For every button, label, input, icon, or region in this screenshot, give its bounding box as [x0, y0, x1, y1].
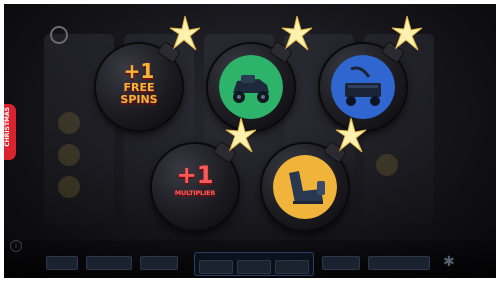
bomb-prize-area	[273, 155, 337, 219]
bomb-free-spins[interactable]: +1 FREE SPINS	[96, 41, 182, 130]
christmas-side-tab[interactable]: CHRISTMAS	[4, 104, 16, 160]
armchair-icon	[273, 155, 337, 219]
prize-plus-one: +1	[176, 161, 214, 189]
bomb-multiplier[interactable]: +1 MULTIPLIER	[152, 141, 238, 230]
bomb-prize-area	[331, 55, 395, 119]
bottom-field[interactable]	[86, 256, 132, 270]
win-panel	[194, 252, 314, 276]
win-panel-field	[275, 260, 309, 274]
bomb-yellow-chair[interactable]	[262, 141, 348, 230]
prize-line-spins: SPINS	[120, 93, 158, 106]
reel-symbol	[376, 154, 398, 176]
wagon-icon	[331, 55, 395, 119]
bottom-field[interactable]	[46, 256, 78, 270]
reel-symbol	[58, 176, 80, 198]
win-panel-field	[237, 260, 271, 274]
reel-symbol	[58, 144, 80, 166]
game-stage: CHRISTMAS +1 FREE SPINS +1 MULTIPLIER ✱	[4, 4, 496, 278]
win-panel-field	[199, 260, 233, 274]
game-logo	[50, 26, 71, 44]
bottom-field[interactable]	[140, 256, 178, 270]
side-tab-label: CHRISTMAS	[4, 107, 11, 147]
settings-gear-icon[interactable]: ✱	[443, 254, 455, 270]
reel-symbol	[58, 112, 80, 134]
bottom-field[interactable]	[368, 256, 430, 270]
fuse-spark-icon	[169, 15, 201, 51]
prize-plus-one: +1	[123, 59, 155, 83]
bomb-prize-area: +1 MULTIPLIER	[163, 155, 227, 219]
fuse-spark-icon	[225, 117, 257, 153]
fuse-spark-icon	[281, 15, 313, 51]
bomb-prize-area	[219, 55, 283, 119]
bottom-field[interactable]	[322, 256, 360, 270]
fuse-spark-icon	[391, 15, 423, 51]
prize-line-multiplier: MULTIPLIER	[174, 189, 216, 197]
bottom-bar: ✱	[4, 240, 496, 278]
bomb-prize-area: +1 FREE SPINS	[107, 55, 171, 119]
rc-car-icon	[219, 55, 283, 119]
fuse-spark-icon	[335, 117, 367, 153]
